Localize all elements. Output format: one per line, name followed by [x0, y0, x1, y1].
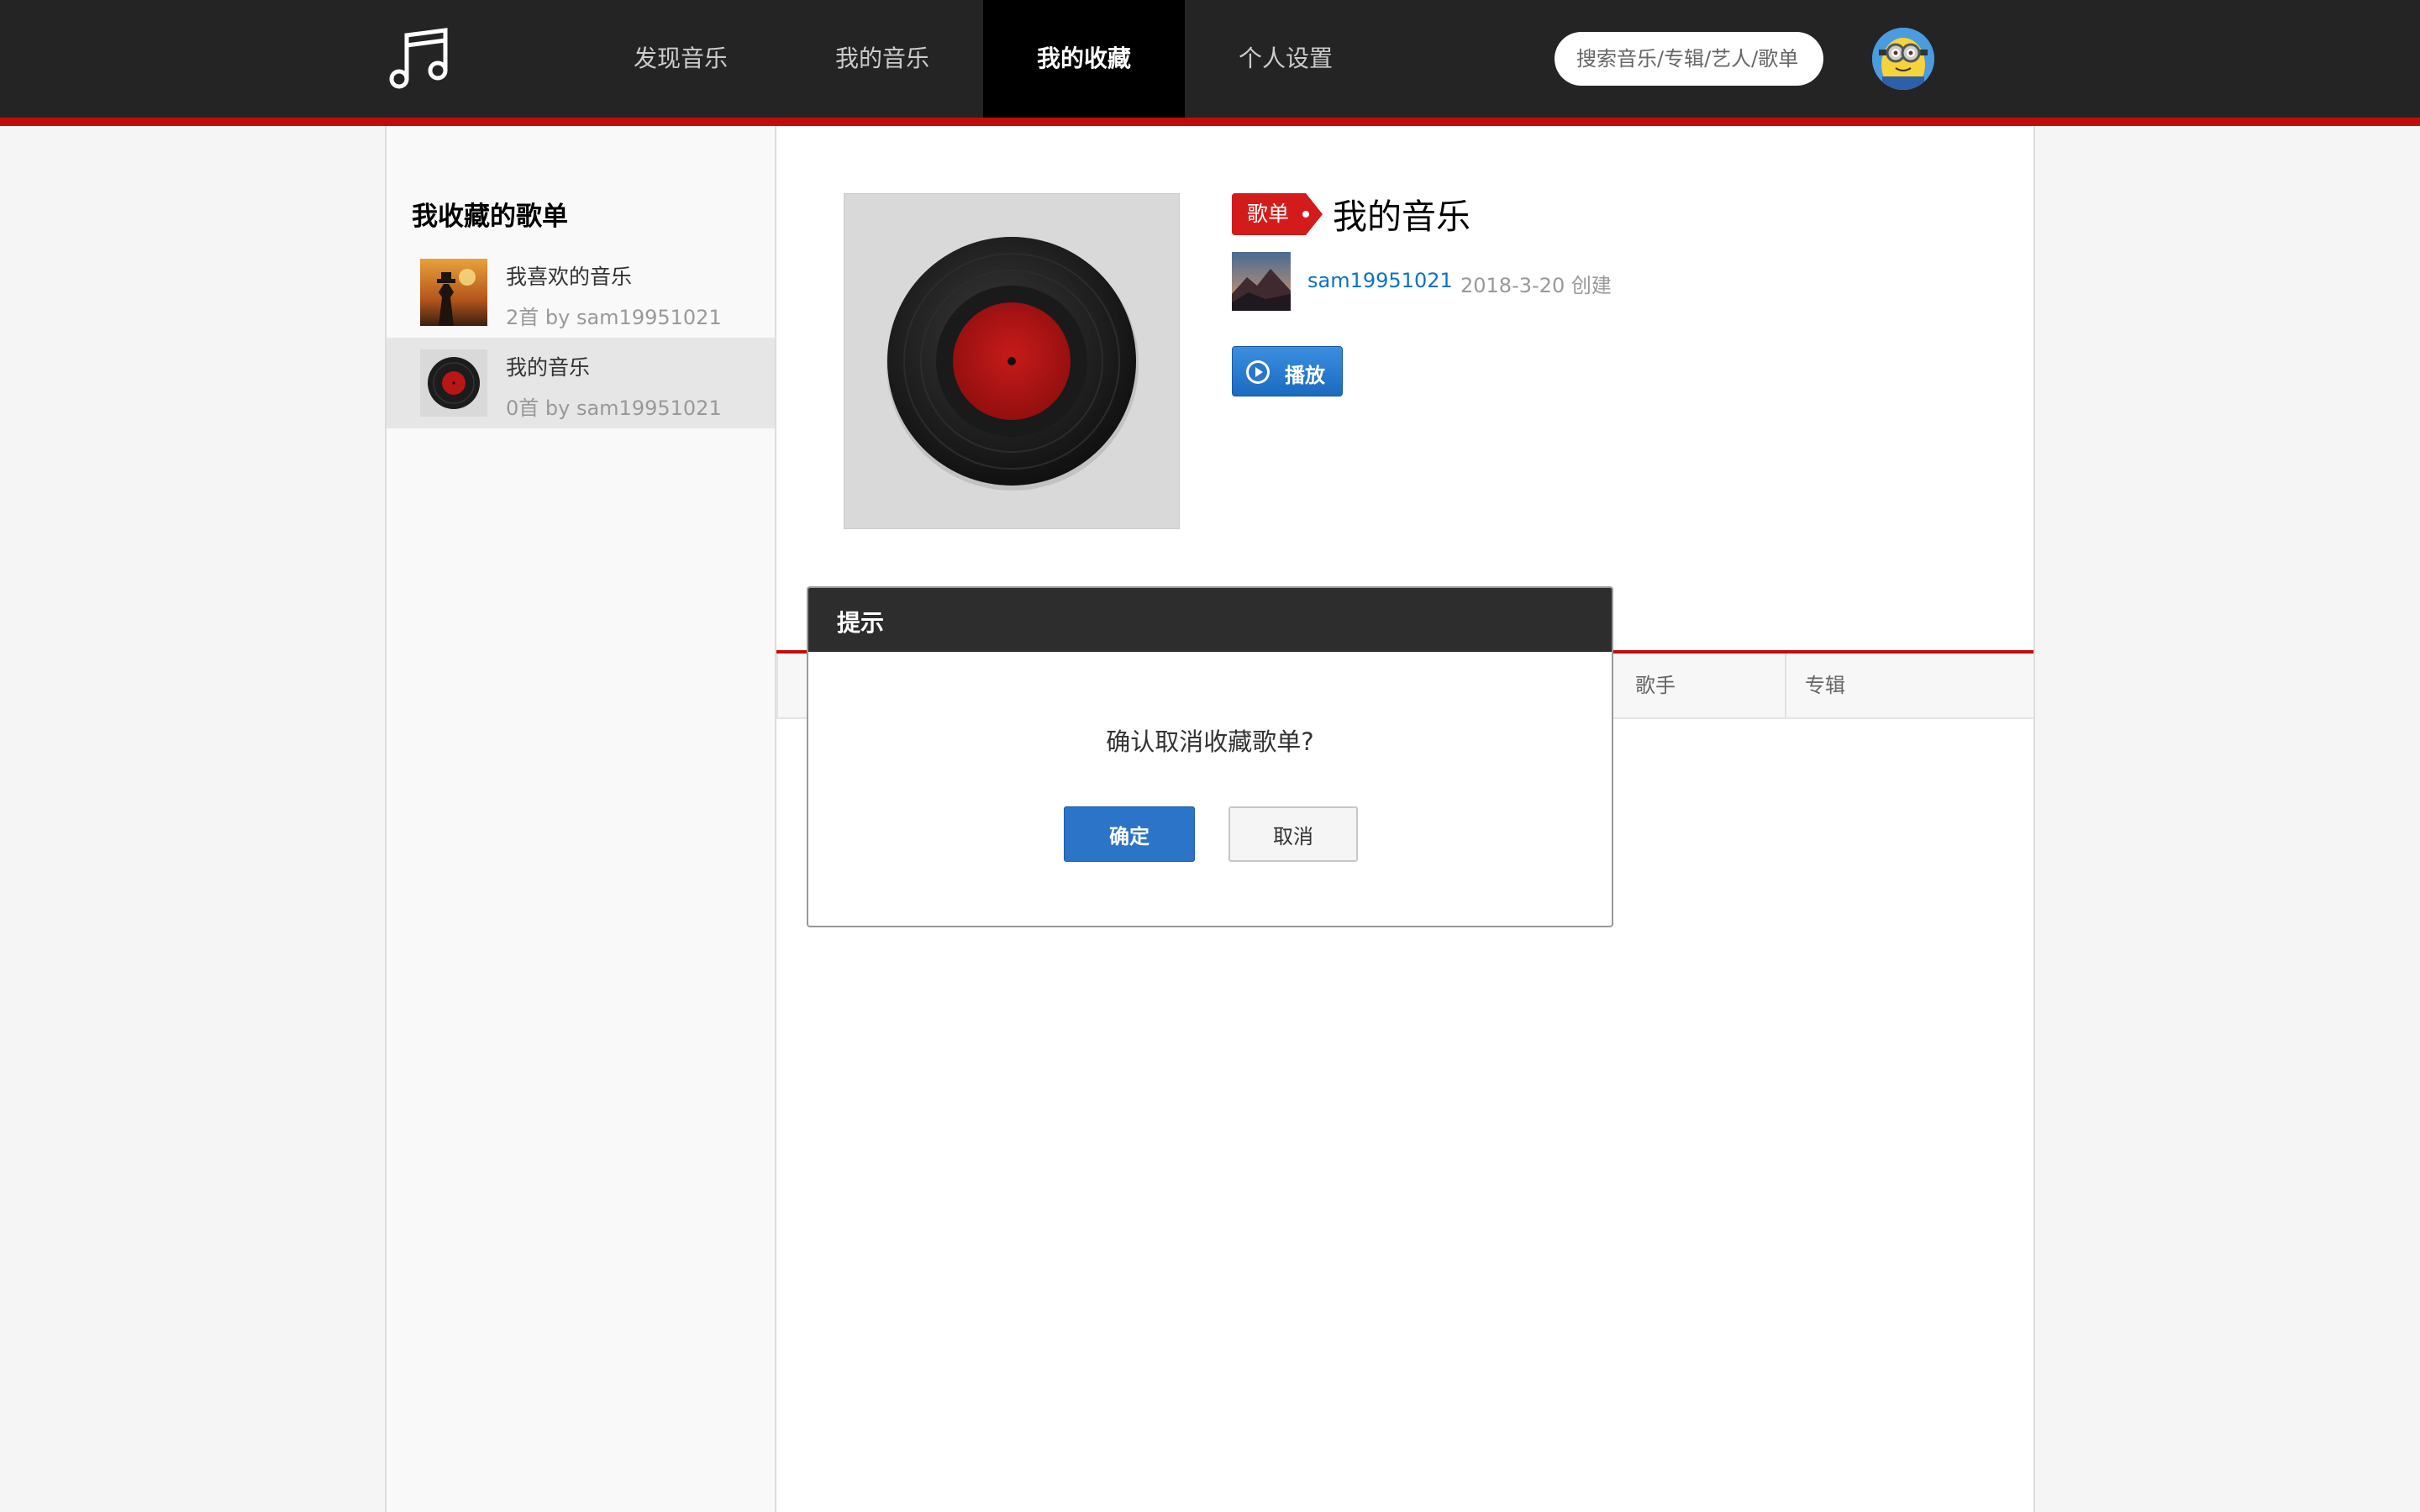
nav-my-favorites[interactable]: 我的收藏	[983, 0, 1185, 118]
playlist-meta: 2首 by sam19951021	[506, 306, 722, 329]
vinyl-record-icon	[886, 237, 1139, 491]
play-button[interactable]: 播放	[1232, 346, 1343, 396]
playlist-tag-badge: 歌单	[1232, 193, 1324, 235]
album-cover-thumbnail	[420, 259, 487, 326]
accent-divider	[0, 118, 2420, 126]
top-navigation-bar: 发现音乐 我的音乐 我的收藏 个人设置	[0, 0, 2420, 118]
created-date: 2018-3-20 创建	[1460, 274, 1612, 297]
search-input[interactable]	[1555, 32, 1823, 86]
confirm-dialog: 提示 确认取消收藏歌单? 确定 取消	[807, 586, 1613, 927]
column-header-artist[interactable]: 歌手	[1617, 654, 1807, 717]
confirm-button[interactable]: 确定	[1064, 806, 1195, 862]
playlist-name: 我的音乐	[506, 355, 591, 380]
creator-name-link[interactable]: sam19951021	[1307, 269, 1453, 292]
sidebar-playlist-item[interactable]: 我喜欢的音乐 2首 by sam19951021	[387, 247, 775, 338]
playlist-name: 我喜欢的音乐	[506, 265, 633, 289]
creator-avatar[interactable]	[1232, 252, 1291, 311]
dialog-message: 确认取消收藏歌单?	[1106, 727, 1314, 756]
sidebar: 我收藏的歌单 我喜欢的音乐 2首 by sam19951021 我的音乐 0首 …	[385, 126, 776, 1512]
vinyl-record-icon	[420, 349, 487, 417]
dialog-title: 提示	[837, 609, 885, 637]
user-avatar[interactable]	[1872, 28, 1934, 90]
sidebar-title: 我收藏的歌单	[412, 202, 568, 232]
cancel-button[interactable]: 取消	[1228, 806, 1358, 862]
playlist-cover	[844, 193, 1180, 529]
nav-my-music[interactable]: 我的音乐	[815, 0, 950, 118]
play-circle-icon	[1244, 359, 1271, 386]
column-header-album[interactable]: 专辑	[1785, 654, 2035, 717]
nav-discover-music[interactable]: 发现音乐	[613, 0, 748, 118]
dialog-header: 提示	[808, 588, 1612, 652]
playlist-title: 我的音乐	[1333, 197, 1470, 237]
sidebar-playlist-item-selected[interactable]: 我的音乐 0首 by sam19951021	[387, 338, 775, 428]
nav-personal-settings[interactable]: 个人设置	[1218, 0, 1353, 118]
playlist-meta: 0首 by sam19951021	[506, 396, 722, 420]
music-note-icon[interactable]	[385, 24, 455, 94]
